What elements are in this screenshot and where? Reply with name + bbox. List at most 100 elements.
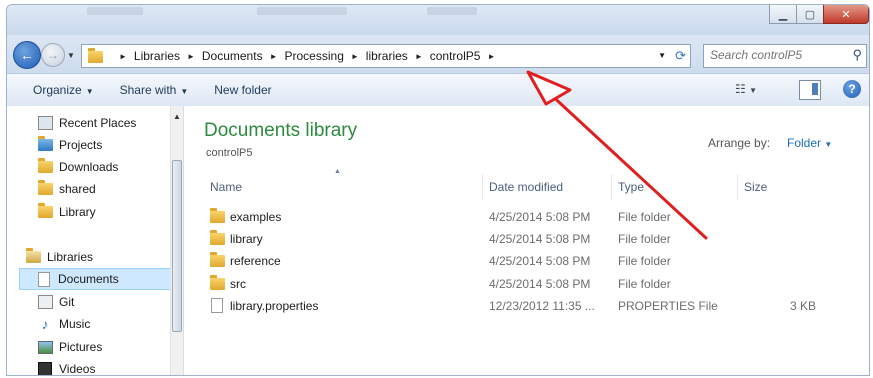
minimize-icon: ▁ [778, 8, 788, 21]
nav-item-label: Projects [59, 138, 103, 152]
scrollbar-thumb[interactable] [172, 160, 182, 332]
folder-icon [37, 203, 53, 219]
history-dropdown-icon[interactable]: ▼ [67, 51, 75, 60]
background-ghost [87, 7, 143, 15]
music-icon: ♪ [41, 316, 49, 332]
breadcrumb-item[interactable]: controlP5 [430, 49, 481, 63]
recent-places-icon [37, 116, 53, 130]
help-button[interactable]: ? [843, 80, 861, 98]
breadcrumb-separator-icon[interactable]: ► [415, 52, 423, 61]
file-name: reference [230, 254, 281, 268]
column-header-label: Date modified [489, 180, 564, 194]
file-list-pane: Documents library controlP5 Arrange by: … [184, 106, 869, 375]
preview-pane-button[interactable] [799, 80, 821, 100]
file-type: File folder [618, 254, 671, 268]
breadcrumb-separator-icon[interactable]: ► [351, 52, 359, 61]
nav-scrollbar[interactable]: ▲ [170, 106, 183, 375]
arrange-by-label: Arrange by: [708, 136, 771, 150]
command-bar: Organize ▼ Share with ▼ New folder ☷ ▼ ? [7, 73, 869, 107]
pictures-icon [37, 340, 53, 354]
file-date: 4/25/2014 5:08 PM [489, 210, 591, 224]
file-name: library.properties [230, 299, 319, 313]
close-button[interactable]: ✕ [823, 5, 869, 24]
minimize-button[interactable]: ▁ [769, 5, 797, 24]
file-date: 4/25/2014 5:08 PM [489, 277, 591, 291]
maximize-button[interactable]: ▢ [796, 5, 824, 24]
column-header-name[interactable]: Name [204, 174, 483, 200]
nav-item-label: Downloads [59, 160, 119, 174]
search-box[interactable]: ⚲ [703, 44, 867, 68]
file-row[interactable]: library 4/25/2014 5:08 PM File folder [204, 229, 824, 251]
file-name: examples [230, 210, 282, 224]
nav-item-label: Git [59, 295, 75, 309]
view-list-icon: ☷ [735, 82, 746, 96]
file-date: 12/23/2012 11:35 ... [489, 299, 595, 313]
arrange-by-value: Folder [787, 136, 822, 150]
close-icon: ✕ [841, 8, 851, 21]
breadcrumb-separator-icon[interactable]: ► [119, 52, 127, 61]
breadcrumb-item[interactable]: Documents [202, 49, 263, 63]
new-folder-label: New folder [214, 83, 272, 97]
git-icon [37, 295, 53, 309]
scroll-up-icon[interactable]: ▲ [173, 112, 181, 121]
file-date: 4/25/2014 5:08 PM [489, 232, 591, 246]
arrange-by-dropdown[interactable]: Folder ▼ [787, 136, 832, 150]
folder-icon [210, 252, 225, 267]
search-input[interactable] [704, 45, 840, 65]
breadcrumb-item[interactable]: Processing [285, 49, 344, 63]
file-row[interactable]: library.properties 12/23/2012 11:35 ... … [204, 296, 824, 318]
background-ghost [427, 7, 477, 15]
breadcrumb-separator-icon[interactable]: ► [187, 52, 195, 61]
folder-icon [37, 180, 53, 196]
folder-icon [210, 230, 225, 245]
title-bar[interactable]: ▁ ▢ ✕ [7, 5, 869, 35]
address-dropdown-icon[interactable]: ▼ [658, 51, 666, 60]
file-row[interactable]: examples 4/25/2014 5:08 PM File folder [204, 207, 824, 229]
file-row[interactable]: reference 4/25/2014 5:08 PM File folder [204, 251, 824, 273]
file-row[interactable]: src 4/25/2014 5:08 PM File folder [204, 274, 824, 296]
organize-button[interactable]: Organize ▼ [33, 83, 94, 97]
address-bar[interactable]: ► Libraries ► Documents ► Processing ► l… [81, 44, 691, 68]
back-button[interactable]: ← [13, 41, 41, 69]
folder-icon [210, 275, 225, 290]
documents-icon [36, 271, 52, 287]
share-with-label: Share with [119, 83, 177, 97]
file-name: src [230, 277, 246, 291]
nav-item-documents[interactable]: Documents [19, 268, 171, 290]
column-header-date[interactable]: Date modified [483, 174, 612, 200]
forward-arrow-icon: → [47, 48, 59, 62]
nav-item-label: shared [59, 182, 96, 196]
file-type: PROPERTIES File [618, 299, 718, 313]
navigation-pane: Recent Places Projects Downloads shared … [7, 106, 184, 375]
breadcrumb-item[interactable]: libraries [366, 49, 408, 63]
share-with-button[interactable]: Share with ▼ [120, 83, 189, 97]
column-header-type[interactable]: Type [612, 174, 738, 200]
search-icon[interactable]: ⚲ [852, 47, 862, 63]
nav-item-label: Videos [59, 362, 96, 376]
column-header-size[interactable]: Size [738, 174, 824, 200]
change-view-button[interactable]: ☷ ▼ [735, 82, 757, 96]
chevron-down-icon: ▼ [824, 140, 833, 149]
folder-icon [210, 208, 225, 223]
address-row: ← → ▼ ► Libraries ► Documents ► Processi… [7, 35, 869, 73]
library-subtitle: controlP5 [206, 147, 253, 159]
document-file-icon [211, 298, 223, 316]
file-name: library [230, 232, 263, 246]
help-icon: ? [848, 82, 856, 96]
nav-item-label: Recent Places [59, 116, 137, 130]
breadcrumb-separator-icon[interactable]: ► [270, 52, 278, 61]
breadcrumb-separator-icon[interactable]: ► [487, 52, 495, 61]
maximize-icon: ▢ [804, 8, 816, 21]
new-folder-button[interactable]: New folder [214, 83, 271, 97]
file-date: 4/25/2014 5:08 PM [489, 254, 591, 268]
projects-icon [37, 136, 53, 152]
refresh-icon[interactable]: ⟳ [675, 48, 686, 64]
forward-button[interactable]: → [41, 43, 65, 67]
chevron-down-icon: ▼ [180, 87, 189, 96]
nav-item-libraries[interactable]: Libraries [25, 246, 189, 268]
nav-item-label: Pictures [59, 340, 103, 354]
breadcrumb-item[interactable]: Libraries [134, 49, 180, 63]
videos-icon [37, 362, 53, 375]
organize-label: Organize [33, 83, 82, 97]
column-header-label: Size [744, 180, 768, 194]
